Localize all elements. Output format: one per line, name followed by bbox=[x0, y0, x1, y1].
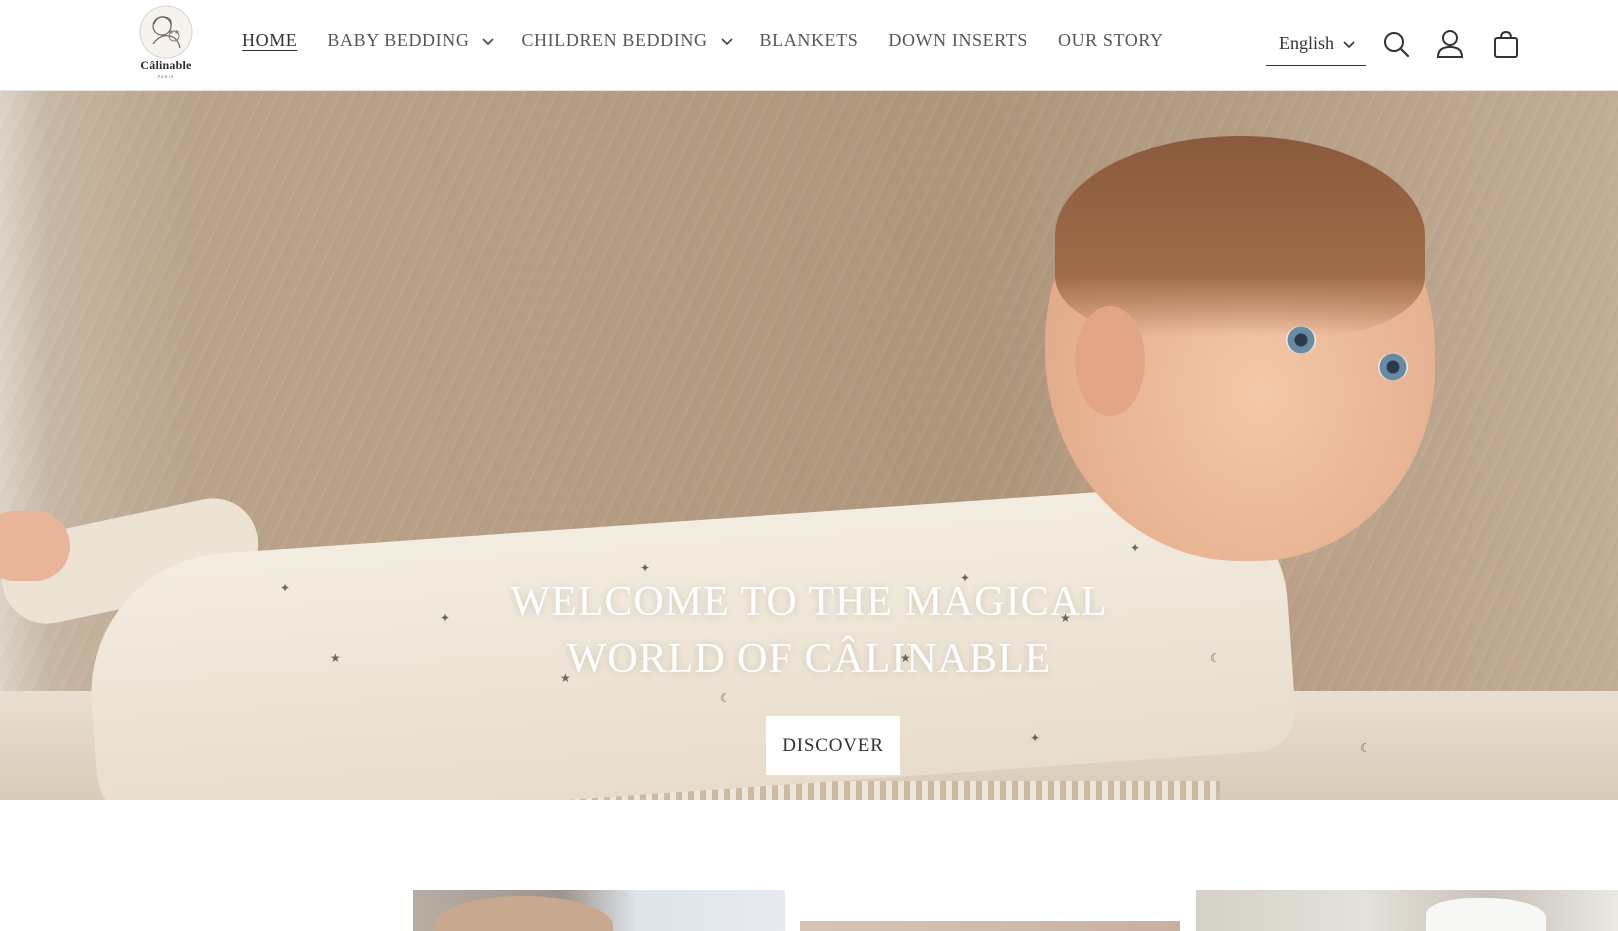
brand-tagline: PARIS bbox=[157, 74, 175, 79]
logo-illustration-icon bbox=[139, 5, 193, 59]
discover-button[interactable]: DISCOVER bbox=[766, 716, 900, 775]
nav-item-label: BLANKETS bbox=[759, 30, 859, 50]
star-icon: ✦ bbox=[640, 561, 651, 575]
collection-card-3[interactable] bbox=[1196, 890, 1618, 931]
hero-image-pattern: ✦ ★ ✦ ★ ✦ ☾ ★ ✦ ★ ✦ ☾ ☾ ✦ bbox=[0, 91, 1618, 800]
collection-image-fabric bbox=[1426, 898, 1546, 931]
search-icon bbox=[1384, 32, 1410, 58]
nav-item-label: CHILDREN BEDDING bbox=[521, 30, 708, 50]
account-icon bbox=[1436, 30, 1464, 58]
nav-item-home[interactable]: HOME bbox=[242, 30, 297, 51]
brand-logo[interactable]: Câlinable PARIS bbox=[136, 4, 196, 84]
star-icon: ✦ bbox=[1030, 731, 1041, 745]
collection-image-baby bbox=[433, 896, 613, 931]
cart-icon bbox=[1494, 30, 1518, 58]
nav-item-label: DOWN INSERTS bbox=[888, 30, 1028, 50]
chevron-down-icon bbox=[720, 37, 733, 45]
search-button[interactable] bbox=[1376, 24, 1416, 64]
star-icon: ✦ bbox=[1130, 541, 1141, 555]
nav-item-our-story[interactable]: OUR STORY bbox=[1058, 30, 1164, 51]
hero-banner: ✦ ★ ✦ ★ ✦ ☾ ★ ✦ ★ ✦ ☾ ☾ ✦ WELCOME TO THE… bbox=[0, 91, 1618, 800]
chevron-down-icon bbox=[1343, 40, 1355, 48]
nav-item-baby-bedding[interactable]: BABY BEDDING bbox=[327, 30, 495, 51]
nav-item-children-bedding[interactable]: CHILDREN BEDDING bbox=[521, 30, 733, 51]
hero-title-line1: WELCOME TO THE MAGICAL bbox=[510, 579, 1108, 625]
nav-item-label: BABY BEDDING bbox=[327, 30, 470, 50]
nav-item-label: OUR STORY bbox=[1057, 30, 1164, 50]
nav-item-down-inserts[interactable]: DOWN INSERTS bbox=[888, 30, 1028, 51]
hero-heading: WELCOME TO THE MAGICAL WORLD OF CÂLINABL… bbox=[0, 574, 1618, 688]
cart-button[interactable] bbox=[1486, 24, 1526, 64]
language-selected: English bbox=[1279, 33, 1335, 53]
main-navigation: HOME BABY BEDDING CHILDREN BEDDING BLANK… bbox=[242, 30, 1194, 51]
nav-item-blankets[interactable]: BLANKETS bbox=[760, 30, 859, 51]
collection-card-2[interactable] bbox=[800, 921, 1180, 931]
site-header: Câlinable PARIS HOME BABY BEDDING CHILDR… bbox=[0, 0, 1618, 91]
collection-card-1[interactable] bbox=[413, 890, 785, 931]
account-button[interactable] bbox=[1430, 24, 1470, 64]
language-selector[interactable]: English bbox=[1266, 22, 1366, 66]
chevron-down-icon bbox=[482, 37, 495, 45]
star-icon: ☾ bbox=[720, 691, 731, 705]
star-icon: ☾ bbox=[1360, 741, 1371, 755]
hero-title-line2: WORLD OF CÂLINABLE bbox=[566, 636, 1052, 682]
nav-item-label: HOME bbox=[242, 30, 298, 50]
brand-name: Câlinable bbox=[140, 58, 192, 72]
